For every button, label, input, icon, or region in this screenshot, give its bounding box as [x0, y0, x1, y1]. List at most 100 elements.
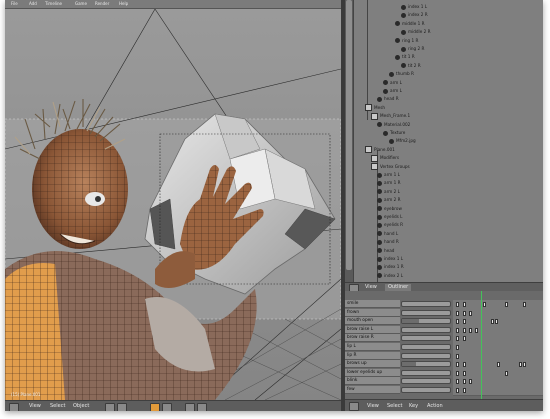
bullet-icon — [377, 231, 382, 237]
keyframe[interactable] — [463, 336, 466, 342]
menu-add[interactable]: Add — [29, 0, 37, 8]
keyframe[interactable] — [463, 370, 466, 376]
keyframe[interactable] — [456, 319, 459, 325]
pivot-icon[interactable] — [150, 403, 160, 411]
keyframe[interactable] — [469, 379, 472, 385]
shape-key-slider[interactable] — [401, 352, 451, 359]
keyframe[interactable] — [497, 362, 500, 368]
action-select-menu[interactable]: Select — [387, 403, 402, 409]
keyframe[interactable] — [491, 319, 494, 325]
keyframe[interactable] — [456, 379, 459, 385]
outliner-view-menu[interactable]: View — [365, 284, 377, 291]
action-key-menu[interactable]: Key — [409, 403, 418, 409]
shape-key-name[interactable]: frown — [345, 308, 400, 317]
shape-key-name[interactable]: lower eyelids up — [345, 368, 400, 377]
keyframe[interactable] — [456, 353, 459, 359]
keyframe[interactable] — [505, 370, 508, 376]
keyframe[interactable] — [505, 302, 508, 307]
keyframe[interactable] — [456, 388, 459, 393]
outliner-item-label: middle 2 R — [408, 29, 431, 35]
shape-key-slider[interactable] — [401, 361, 451, 368]
keyframe[interactable] — [456, 370, 459, 376]
shape-key-slider[interactable] — [401, 335, 451, 342]
bullet-icon — [377, 256, 382, 262]
outliner-item-label: Mesh_Frame.1 — [380, 113, 411, 119]
shape-key-slider[interactable] — [401, 309, 451, 316]
shape-key-name[interactable]: blink — [345, 377, 400, 386]
shape-key-name[interactable]: brow raise R — [345, 334, 400, 343]
keyframe[interactable] — [456, 310, 459, 316]
shape-key-slider[interactable] — [401, 378, 451, 385]
outliner-item-label: arm 2 R — [384, 197, 401, 203]
outliner-item[interactable]: index 2 L — [377, 271, 403, 280]
shape-key-slider[interactable] — [401, 318, 451, 325]
shape-key-name[interactable]: few — [345, 386, 400, 394]
layer-buttons-2[interactable] — [197, 403, 207, 411]
outliner-scrollbar[interactable] — [345, 0, 354, 282]
shape-key-slider[interactable] — [401, 369, 451, 376]
bullet-icon — [377, 264, 382, 270]
shape-key-slider[interactable] — [401, 387, 451, 393]
menu-file[interactable]: File — [11, 0, 18, 8]
shape-key-name[interactable]: brows up — [345, 360, 400, 369]
keyframe[interactable] — [463, 388, 466, 393]
view-menu[interactable]: View — [29, 403, 41, 410]
keyframe[interactable] — [456, 327, 459, 333]
shading-icon[interactable] — [117, 403, 127, 411]
shape-key-name[interactable]: lip R — [345, 351, 400, 360]
action-mode-label[interactable]: Action — [427, 403, 443, 409]
keyframe[interactable] — [483, 302, 486, 307]
bullet-icon — [383, 130, 388, 136]
bullet-icon — [401, 4, 406, 10]
shape-key-name[interactable]: lip L — [345, 343, 400, 351]
menu-game[interactable]: Game — [75, 0, 87, 8]
keyframe[interactable] — [519, 362, 522, 368]
3d-viewport[interactable]: (15) Plane.001 — [5, 9, 341, 400]
editor-type-button[interactable] — [9, 403, 19, 411]
keyframe[interactable] — [469, 310, 472, 316]
keyframe[interactable] — [456, 345, 459, 350]
keyframe[interactable] — [523, 362, 526, 368]
editor-type-button[interactable] — [349, 402, 359, 411]
shape-key-name[interactable]: smile — [345, 300, 400, 308]
select-menu[interactable]: Select — [50, 403, 65, 410]
keyframe[interactable] — [456, 302, 459, 307]
menu-render[interactable]: Render — [95, 0, 109, 8]
keyframe[interactable] — [463, 327, 466, 333]
menu-timeline[interactable]: Timeline — [45, 0, 62, 8]
keyframe[interactable] — [463, 310, 466, 316]
keyframe[interactable] — [495, 319, 498, 325]
keyframe[interactable] — [475, 327, 478, 333]
keyframe[interactable] — [463, 362, 466, 368]
shape-key-name[interactable]: brow raise L — [345, 325, 400, 334]
character-head[interactable] — [32, 129, 128, 249]
outliner-mode-select[interactable]: Outliner — [385, 284, 412, 291]
shape-key-slider[interactable] — [401, 326, 451, 333]
shape-key-slider[interactable] — [401, 344, 451, 350]
shape-key-slider[interactable] — [401, 301, 451, 307]
keyframe-track[interactable] — [453, 386, 543, 396]
keyframe[interactable] — [456, 336, 459, 342]
bullet-icon — [377, 122, 382, 128]
manipulator-icon[interactable] — [162, 403, 172, 411]
shape-key-name[interactable]: mouth open — [345, 317, 400, 326]
outliner-item-label: arm L — [390, 88, 402, 93]
keyframe[interactable] — [463, 319, 466, 325]
mode-icon[interactable] — [105, 403, 115, 411]
menu-help[interactable]: Help — [119, 0, 128, 8]
bullet-icon — [395, 38, 400, 44]
outliner-panel[interactable]: index 1 L index 2 R middle 1 R middle 2 R ri… — [345, 0, 543, 282]
keyframe[interactable] — [469, 327, 472, 333]
action-editor[interactable]: smile frown mouth open brow raise Lbrow rai… — [345, 291, 543, 399]
keyframe[interactable] — [463, 302, 466, 307]
object-menu[interactable]: Object — [73, 403, 89, 410]
action-view-menu[interactable]: View — [367, 403, 379, 409]
layer-buttons[interactable] — [185, 403, 195, 411]
keyframe[interactable] — [463, 379, 466, 385]
keyframe[interactable] — [456, 362, 459, 368]
outliner-item-label: ring 2 R — [408, 46, 425, 51]
outliner-item-label: middle 1 R — [402, 20, 425, 26]
scrollbar-thumb[interactable] — [346, 0, 352, 270]
current-frame-marker[interactable] — [481, 291, 482, 399]
keyframe[interactable] — [523, 302, 526, 307]
